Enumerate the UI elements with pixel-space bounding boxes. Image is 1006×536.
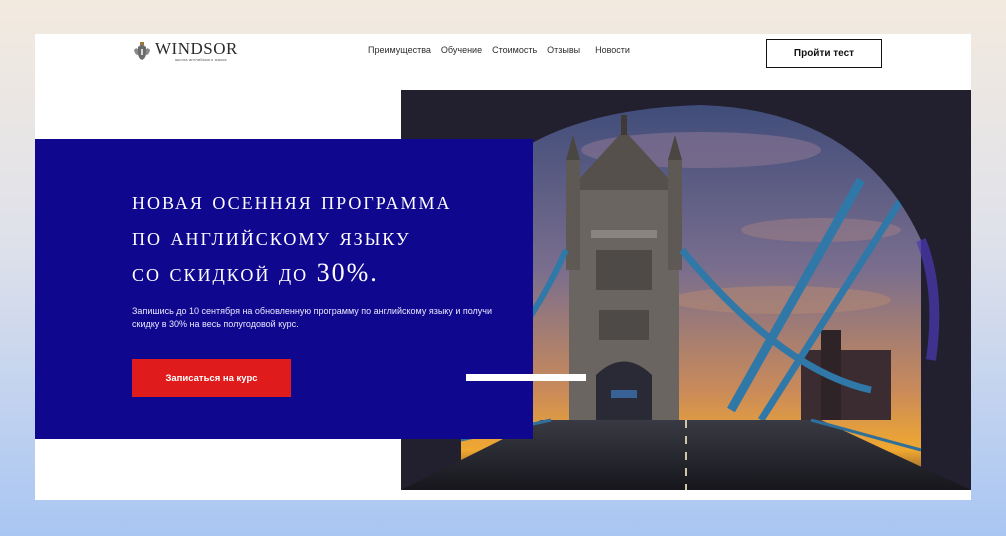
promo-banner: Новая осенняя программа по английскому я… — [35, 139, 533, 439]
logo-subtitle: школа английского языка — [175, 57, 227, 62]
hero-title-line: по английскому языку — [132, 222, 411, 251]
main-nav: Преимущества Обучение Стоимость Отзывы Н… — [368, 45, 630, 55]
windsor-logo[interactable]: WINDSOR школа английского языка — [131, 39, 238, 62]
nav-item-pricing[interactable]: Стоимость — [492, 45, 537, 55]
enroll-button[interactable]: Записаться на курс — [132, 359, 291, 397]
logo-title: WINDSOR — [155, 39, 238, 58]
slider-indicator[interactable] — [466, 374, 586, 381]
take-test-button[interactable]: Пройти тест — [766, 39, 882, 68]
nav-item-reviews[interactable]: Отзывы — [547, 45, 580, 55]
hero-description: Запишись до 10 сентября на обновленную п… — [132, 306, 493, 329]
hero-title-line: Новая осенняя программа — [132, 186, 452, 215]
hero-title: Новая осенняя программа по английскому я… — [132, 183, 533, 291]
nav-item-learning[interactable]: Обучение — [441, 45, 482, 55]
crest-icon — [134, 41, 150, 60]
nav-item-advantages[interactable]: Преимущества — [368, 45, 431, 55]
landing-page: WINDSOR школа английского языка Преимуще… — [35, 34, 971, 500]
hero-title-line: со скидкой до 30%. — [132, 258, 379, 287]
nav-item-news[interactable]: Новости — [595, 45, 630, 55]
